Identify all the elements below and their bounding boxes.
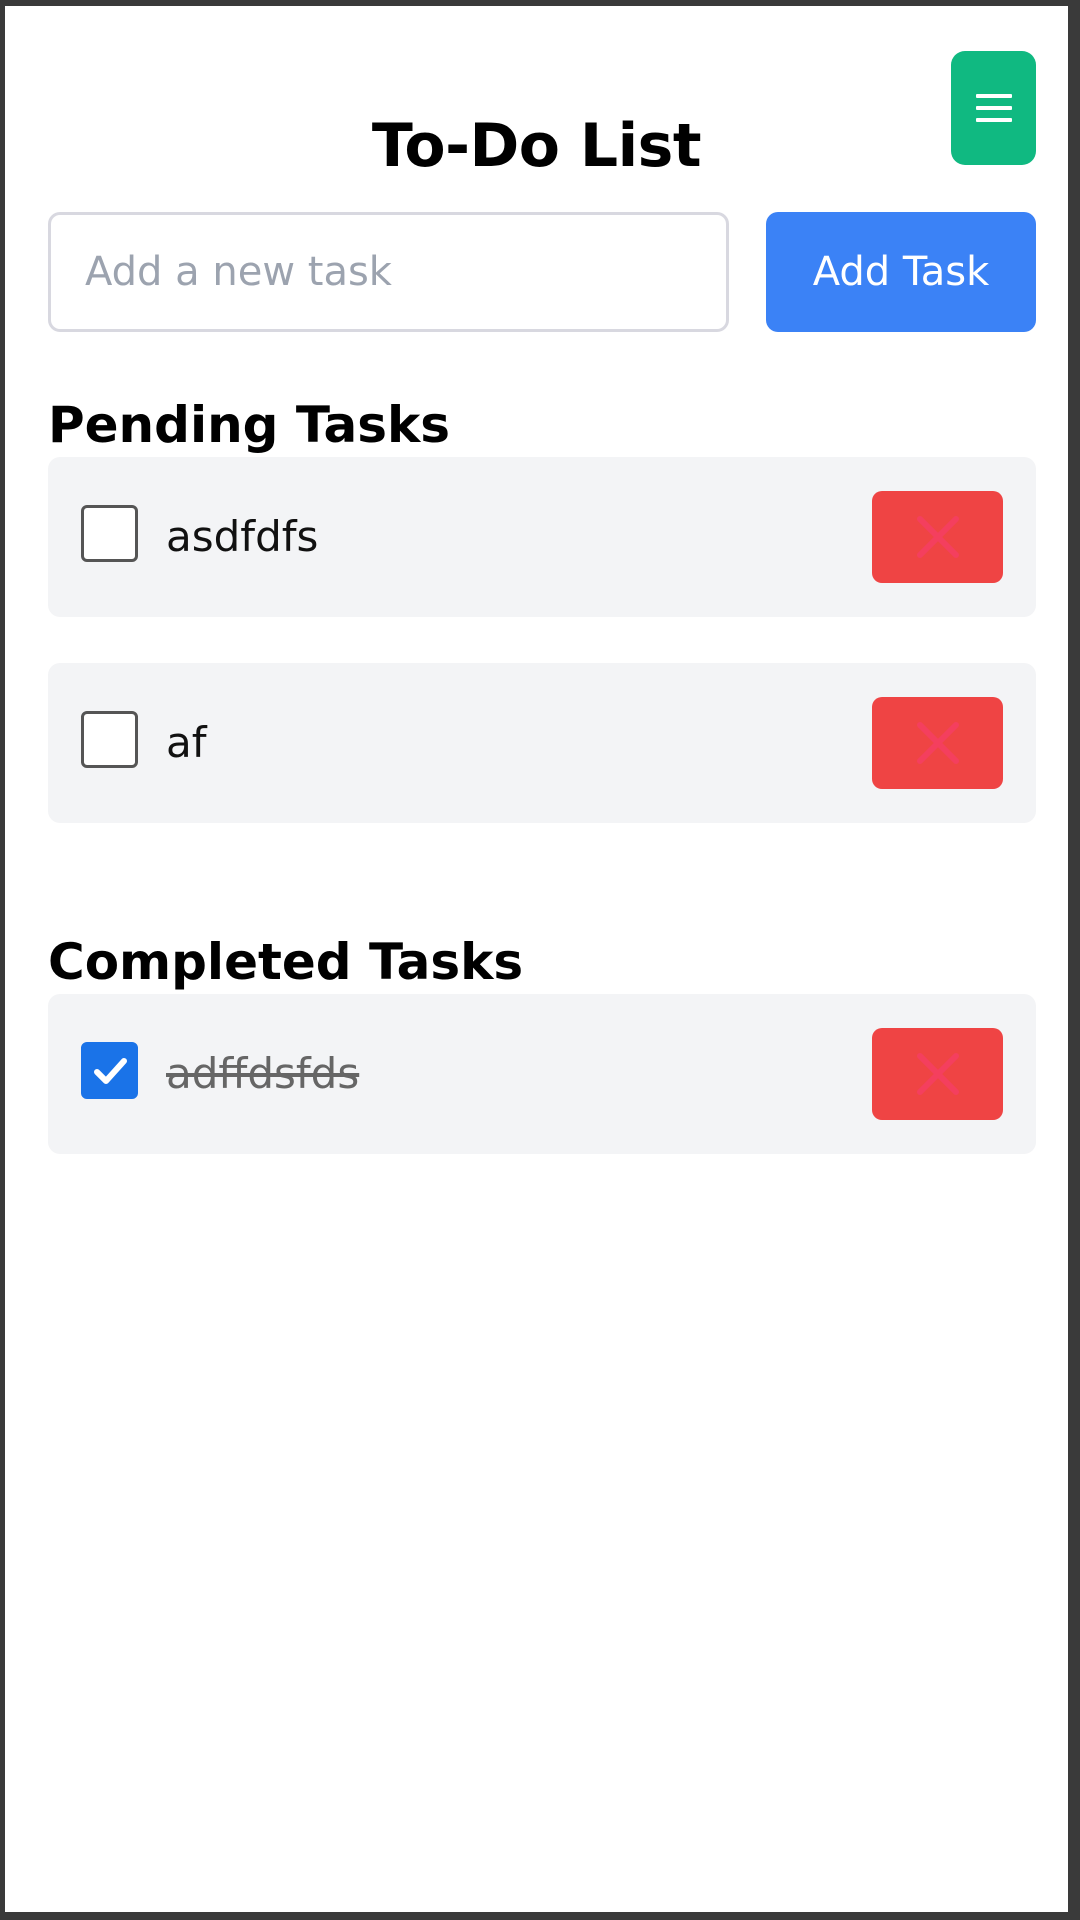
header: To-Do List <box>5 6 1068 196</box>
menu-button[interactable] <box>951 51 1036 165</box>
add-task-form: Add Task <box>48 212 1036 332</box>
task-checkbox[interactable] <box>81 711 138 768</box>
delete-task-button[interactable] <box>872 697 1003 789</box>
close-icon <box>916 1053 959 1095</box>
pending-task-list: asdfdfs af <box>48 457 1036 869</box>
close-icon <box>916 722 959 764</box>
completed-task-list: adffdsfds <box>48 994 1036 1200</box>
task-text: af <box>166 718 207 767</box>
task-checkbox[interactable] <box>81 1042 138 1099</box>
todo-app: To-Do List Add Task Pending Tasks asdfdf… <box>5 6 1068 1912</box>
pending-tasks-heading: Pending Tasks <box>48 396 451 454</box>
app-window: To-Do List Add Task Pending Tasks asdfdf… <box>0 0 1080 1920</box>
checkmark-icon <box>94 1058 127 1084</box>
new-task-input[interactable] <box>48 212 729 332</box>
task-item: asdfdfs <box>48 457 1036 617</box>
task-text: asdfdfs <box>166 512 319 561</box>
delete-task-button[interactable] <box>872 1028 1003 1120</box>
task-item: af <box>48 663 1036 823</box>
task-text: adffdsfds <box>166 1049 360 1098</box>
completed-tasks-heading: Completed Tasks <box>48 933 524 991</box>
close-icon <box>916 516 959 558</box>
task-item: adffdsfds <box>48 994 1036 1154</box>
hamburger-icon <box>975 94 1012 122</box>
task-checkbox[interactable] <box>81 505 138 562</box>
add-task-button[interactable]: Add Task <box>766 212 1036 332</box>
page-title: To-Do List <box>371 111 702 182</box>
delete-task-button[interactable] <box>872 491 1003 583</box>
